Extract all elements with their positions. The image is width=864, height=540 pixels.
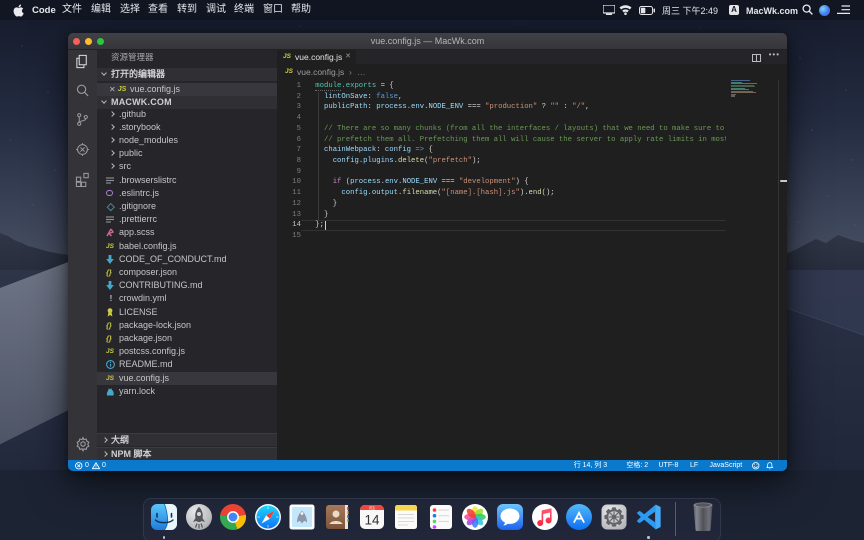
svg-text:周五: 周五: [369, 505, 375, 510]
svg-text:14: 14: [364, 513, 380, 528]
